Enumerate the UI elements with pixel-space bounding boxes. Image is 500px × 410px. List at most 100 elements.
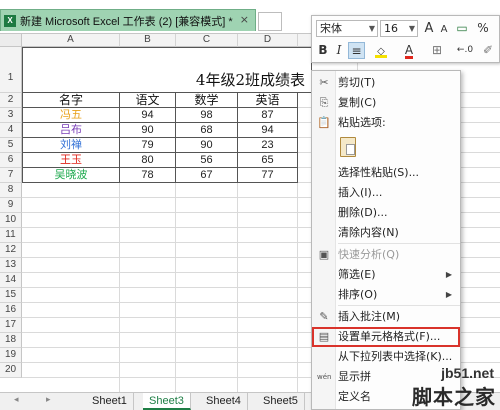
menu-item-6[interactable]: 删除(D)... <box>312 203 460 223</box>
menu-item-4[interactable]: 选择性粘贴(S)... <box>312 163 460 183</box>
column-header-b[interactable]: B <box>120 34 176 47</box>
score-cell-english[interactable]: 65 <box>238 153 298 168</box>
menu-item-5[interactable]: 插入(I)... <box>312 183 460 203</box>
sheet-tab-sheet1[interactable]: Sheet1 <box>86 393 134 410</box>
italic-button[interactable]: I <box>332 42 346 59</box>
score-cell-chinese[interactable]: 78 <box>120 168 176 183</box>
close-tab-icon[interactable]: × <box>240 13 249 26</box>
row-header-16[interactable]: 16 <box>0 303 22 318</box>
sheet-tab-sheet4[interactable]: Sheet4 <box>200 393 248 410</box>
paste-icon: 📋 <box>317 116 331 129</box>
shrink-font-button[interactable]: A <box>438 21 450 38</box>
menu-item-label: 从下拉列表中选择(K)... <box>338 350 453 363</box>
row-header-2[interactable]: 2 <box>0 93 22 108</box>
phonetic-icon: wén <box>317 373 332 381</box>
table-header-cell[interactable]: 语文 <box>120 93 176 108</box>
clipboard-sheet-icon <box>346 144 355 155</box>
menu-item-label: 插入(I)... <box>338 186 383 199</box>
row-header-20[interactable]: 20 <box>0 363 22 378</box>
row-header-9[interactable]: 9 <box>0 198 22 213</box>
borders-icon[interactable]: ⊞ <box>426 42 448 59</box>
sheet-title: 4年级2班成绩表 <box>195 71 305 89</box>
menu-item-7[interactable]: 清除内容(N) <box>312 223 460 243</box>
row-header-8[interactable]: 8 <box>0 183 22 198</box>
font-name-select[interactable]: 宋体 ▼ <box>316 20 378 37</box>
row-header-13[interactable]: 13 <box>0 258 22 273</box>
document-tab[interactable]: X 新建 Microsoft Excel 工作表 (2) [兼容模式] * × <box>0 9 256 31</box>
title-merged-cell[interactable]: 4年级2班成绩表 <box>22 47 312 93</box>
student-name-cell[interactable]: 吕布 <box>22 123 120 138</box>
font-color-icon: A <box>404 43 414 59</box>
decrease-decimal-button[interactable]: ←.0 <box>454 42 476 59</box>
row-header-1[interactable]: 1 <box>0 47 22 93</box>
score-cell-math[interactable]: 56 <box>176 153 238 168</box>
score-cell-chinese[interactable]: 94 <box>120 108 176 123</box>
column-header-c[interactable]: C <box>176 34 238 47</box>
row-header-15[interactable]: 15 <box>0 288 22 303</box>
menu-item-2[interactable]: 📋 粘贴选项: <box>312 113 460 133</box>
score-cell-math[interactable]: 90 <box>176 138 238 153</box>
format-painter-icon[interactable]: ▭ <box>454 20 470 37</box>
menu-item-label: 排序(O) <box>338 288 378 301</box>
menu-item-0[interactable]: ✂ 剪切(T) <box>312 73 460 93</box>
score-cell-english[interactable]: 87 <box>238 108 298 123</box>
next-sheet-icon[interactable]: ▸ <box>46 395 51 405</box>
table-row: 刘禅 79 90 23 <box>22 138 298 153</box>
row-header-18[interactable]: 18 <box>0 333 22 348</box>
score-cell-math[interactable]: 98 <box>176 108 238 123</box>
menu-item-1[interactable]: ⎘ 复制(C) <box>312 93 460 113</box>
row-header-10[interactable]: 10 <box>0 213 22 228</box>
student-name-cell[interactable]: 冯五 <box>22 108 120 123</box>
select-all-corner[interactable] <box>0 34 22 47</box>
score-cell-english[interactable]: 23 <box>238 138 298 153</box>
menu-item-10[interactable]: 排序(O) ▶ <box>312 285 460 305</box>
column-header-a[interactable]: A <box>22 34 120 47</box>
score-cell-english[interactable]: 94 <box>238 123 298 138</box>
row-header-19[interactable]: 19 <box>0 348 22 363</box>
student-name-cell[interactable]: 王玉 <box>22 153 120 168</box>
row-header-3[interactable]: 3 <box>0 108 22 123</box>
score-cell-english[interactable]: 77 <box>238 168 298 183</box>
watermark-logo-text: 脚本之家 <box>412 385 496 409</box>
row-header-12[interactable]: 12 <box>0 243 22 258</box>
student-name-cell[interactable]: 刘禅 <box>22 138 120 153</box>
fill-color-button[interactable]: ◇ <box>370 42 392 59</box>
score-cell-math[interactable]: 68 <box>176 123 238 138</box>
table-header-cell[interactable]: 英语 <box>238 93 298 108</box>
center-align-button[interactable]: ≡ <box>348 42 365 59</box>
percent-style-button[interactable]: % <box>476 20 490 37</box>
row-header-7[interactable]: 7 <box>0 168 22 183</box>
prev-sheet-icon[interactable]: ◂ <box>14 395 19 405</box>
bold-button[interactable]: B <box>316 42 330 59</box>
menu-item-11[interactable]: ✎ 插入批注(M) <box>312 307 460 327</box>
score-cell-chinese[interactable]: 79 <box>120 138 176 153</box>
menu-item-12[interactable]: ▤ 设置单元格格式(F)... <box>312 327 460 347</box>
row-header-14[interactable]: 14 <box>0 273 22 288</box>
new-tab-button[interactable] <box>258 12 282 31</box>
score-cell-chinese[interactable]: 90 <box>120 123 176 138</box>
font-size-select[interactable]: 16 ▼ <box>380 20 418 37</box>
sheet-tab-sheet5[interactable]: Sheet5 <box>257 393 305 410</box>
grow-font-button[interactable]: A <box>422 20 436 37</box>
row-header-17[interactable]: 17 <box>0 318 22 333</box>
score-cell-math[interactable]: 67 <box>176 168 238 183</box>
sheet-tab-sheet3[interactable]: Sheet3 <box>143 393 191 410</box>
submenu-arrow-icon: ▶ <box>445 270 452 279</box>
font-color-button[interactable]: A <box>398 42 420 59</box>
row-header-11[interactable]: 11 <box>0 228 22 243</box>
table-header-cell[interactable]: 数学 <box>176 93 238 108</box>
document-title: 新建 Microsoft Excel 工作表 (2) [兼容模式] * <box>20 15 233 28</box>
column-header-d[interactable]: D <box>238 34 298 47</box>
brush-icon[interactable]: ✐ <box>480 42 496 59</box>
paste-option-button[interactable] <box>312 135 460 161</box>
chevron-down-icon: ▼ <box>408 24 415 33</box>
row-header-4[interactable]: 4 <box>0 123 22 138</box>
score-cell-chinese[interactable]: 80 <box>120 153 176 168</box>
font-size-value: 16 <box>384 22 398 35</box>
menu-item-9[interactable]: 筛选(E) ▶ <box>312 265 460 285</box>
student-name-cell[interactable]: 吴晓波 <box>22 168 120 183</box>
menu-item-8[interactable]: ▣ 快速分析(Q) <box>312 245 460 265</box>
row-header-5[interactable]: 5 <box>0 138 22 153</box>
table-header-cell[interactable]: 名字 <box>22 93 120 108</box>
row-header-6[interactable]: 6 <box>0 153 22 168</box>
